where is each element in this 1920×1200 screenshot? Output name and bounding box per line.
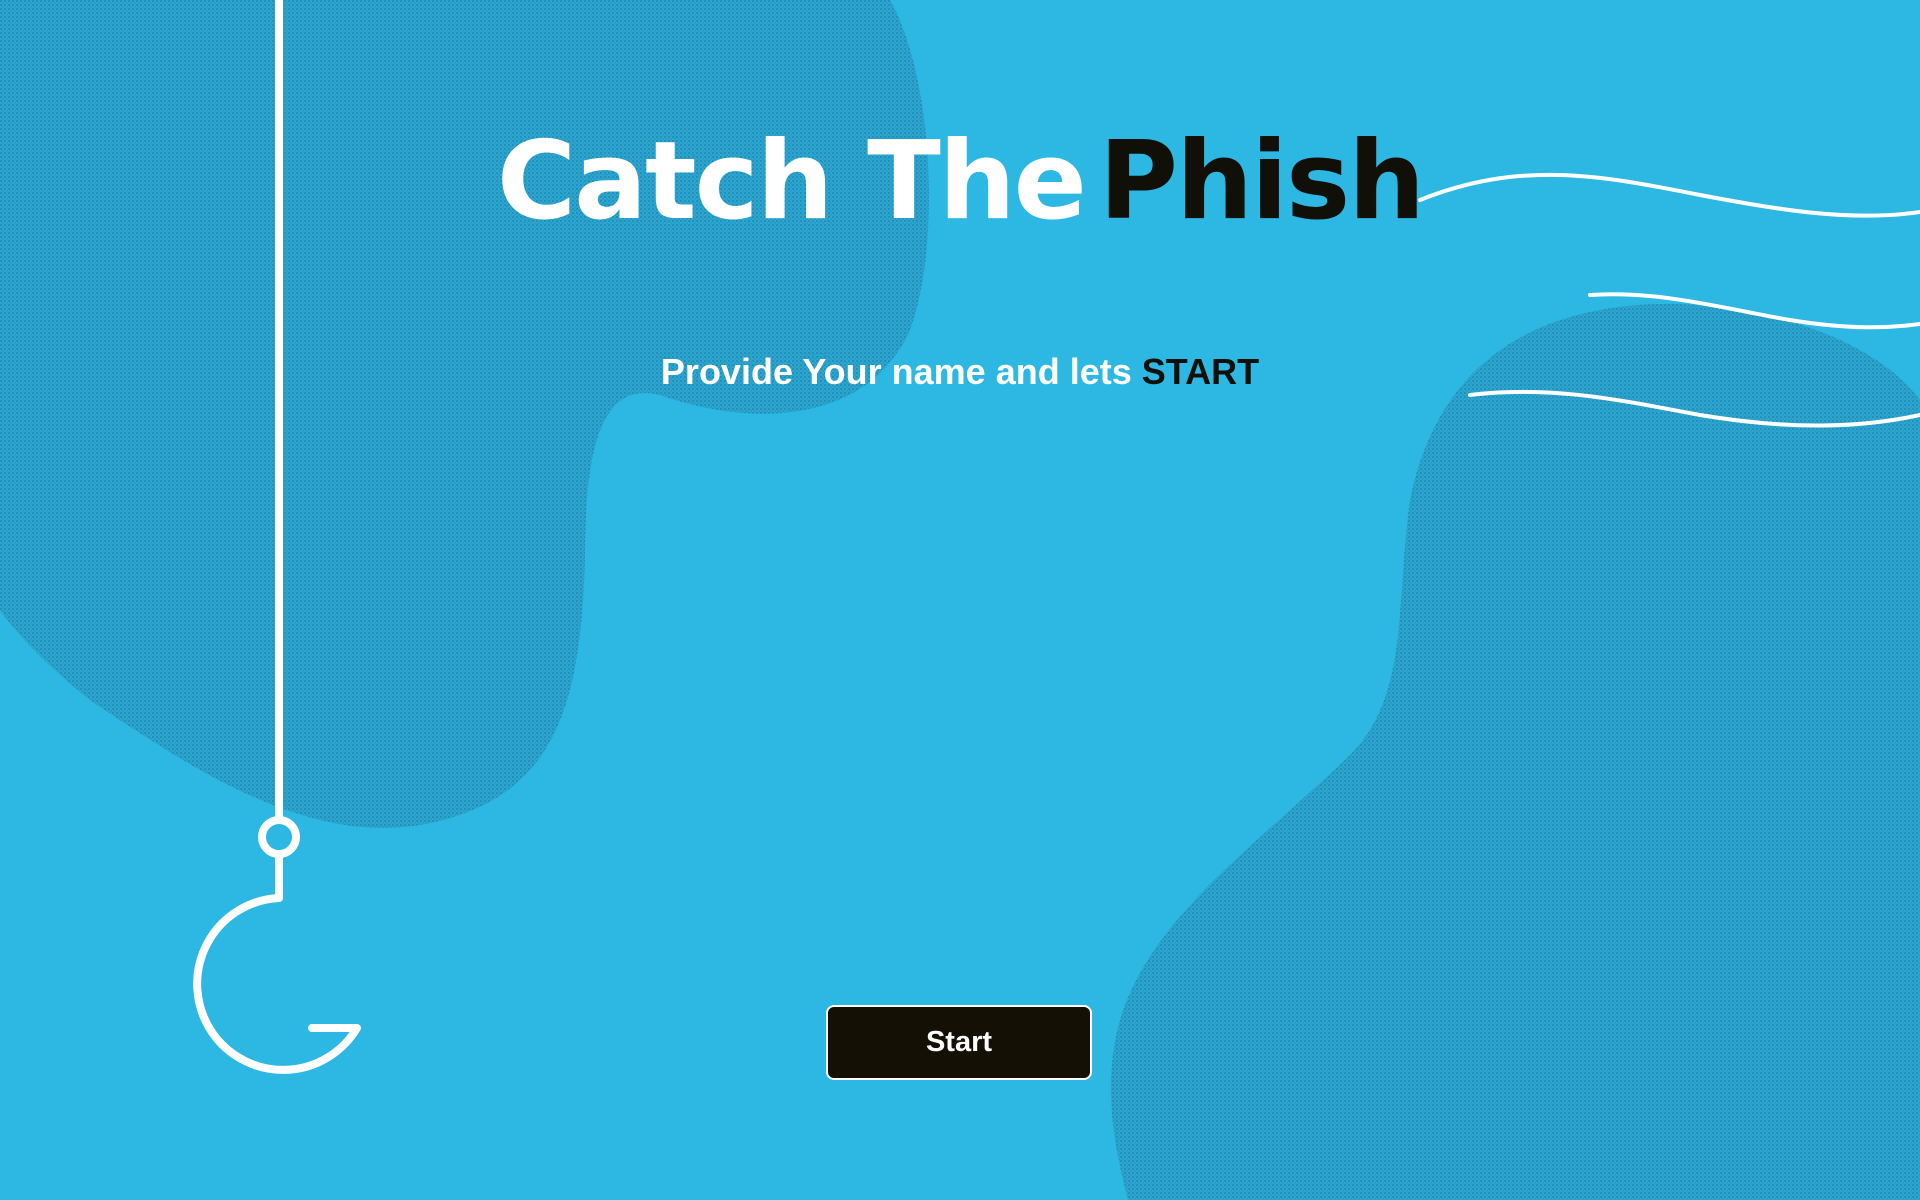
subtitle-start-word: START [1141,351,1260,392]
subtitle-instruction: Provide Your name and lets [660,351,1142,392]
right-blob [1110,304,1920,1200]
title-part-catch-the: Catch The [496,119,1087,244]
start-button[interactable]: Start [826,1005,1092,1080]
page-subtitle: Provide Your name and lets START [0,354,1920,390]
page-title: Catch The Phish [0,128,1920,236]
title-part-phish: Phish [1098,119,1425,244]
